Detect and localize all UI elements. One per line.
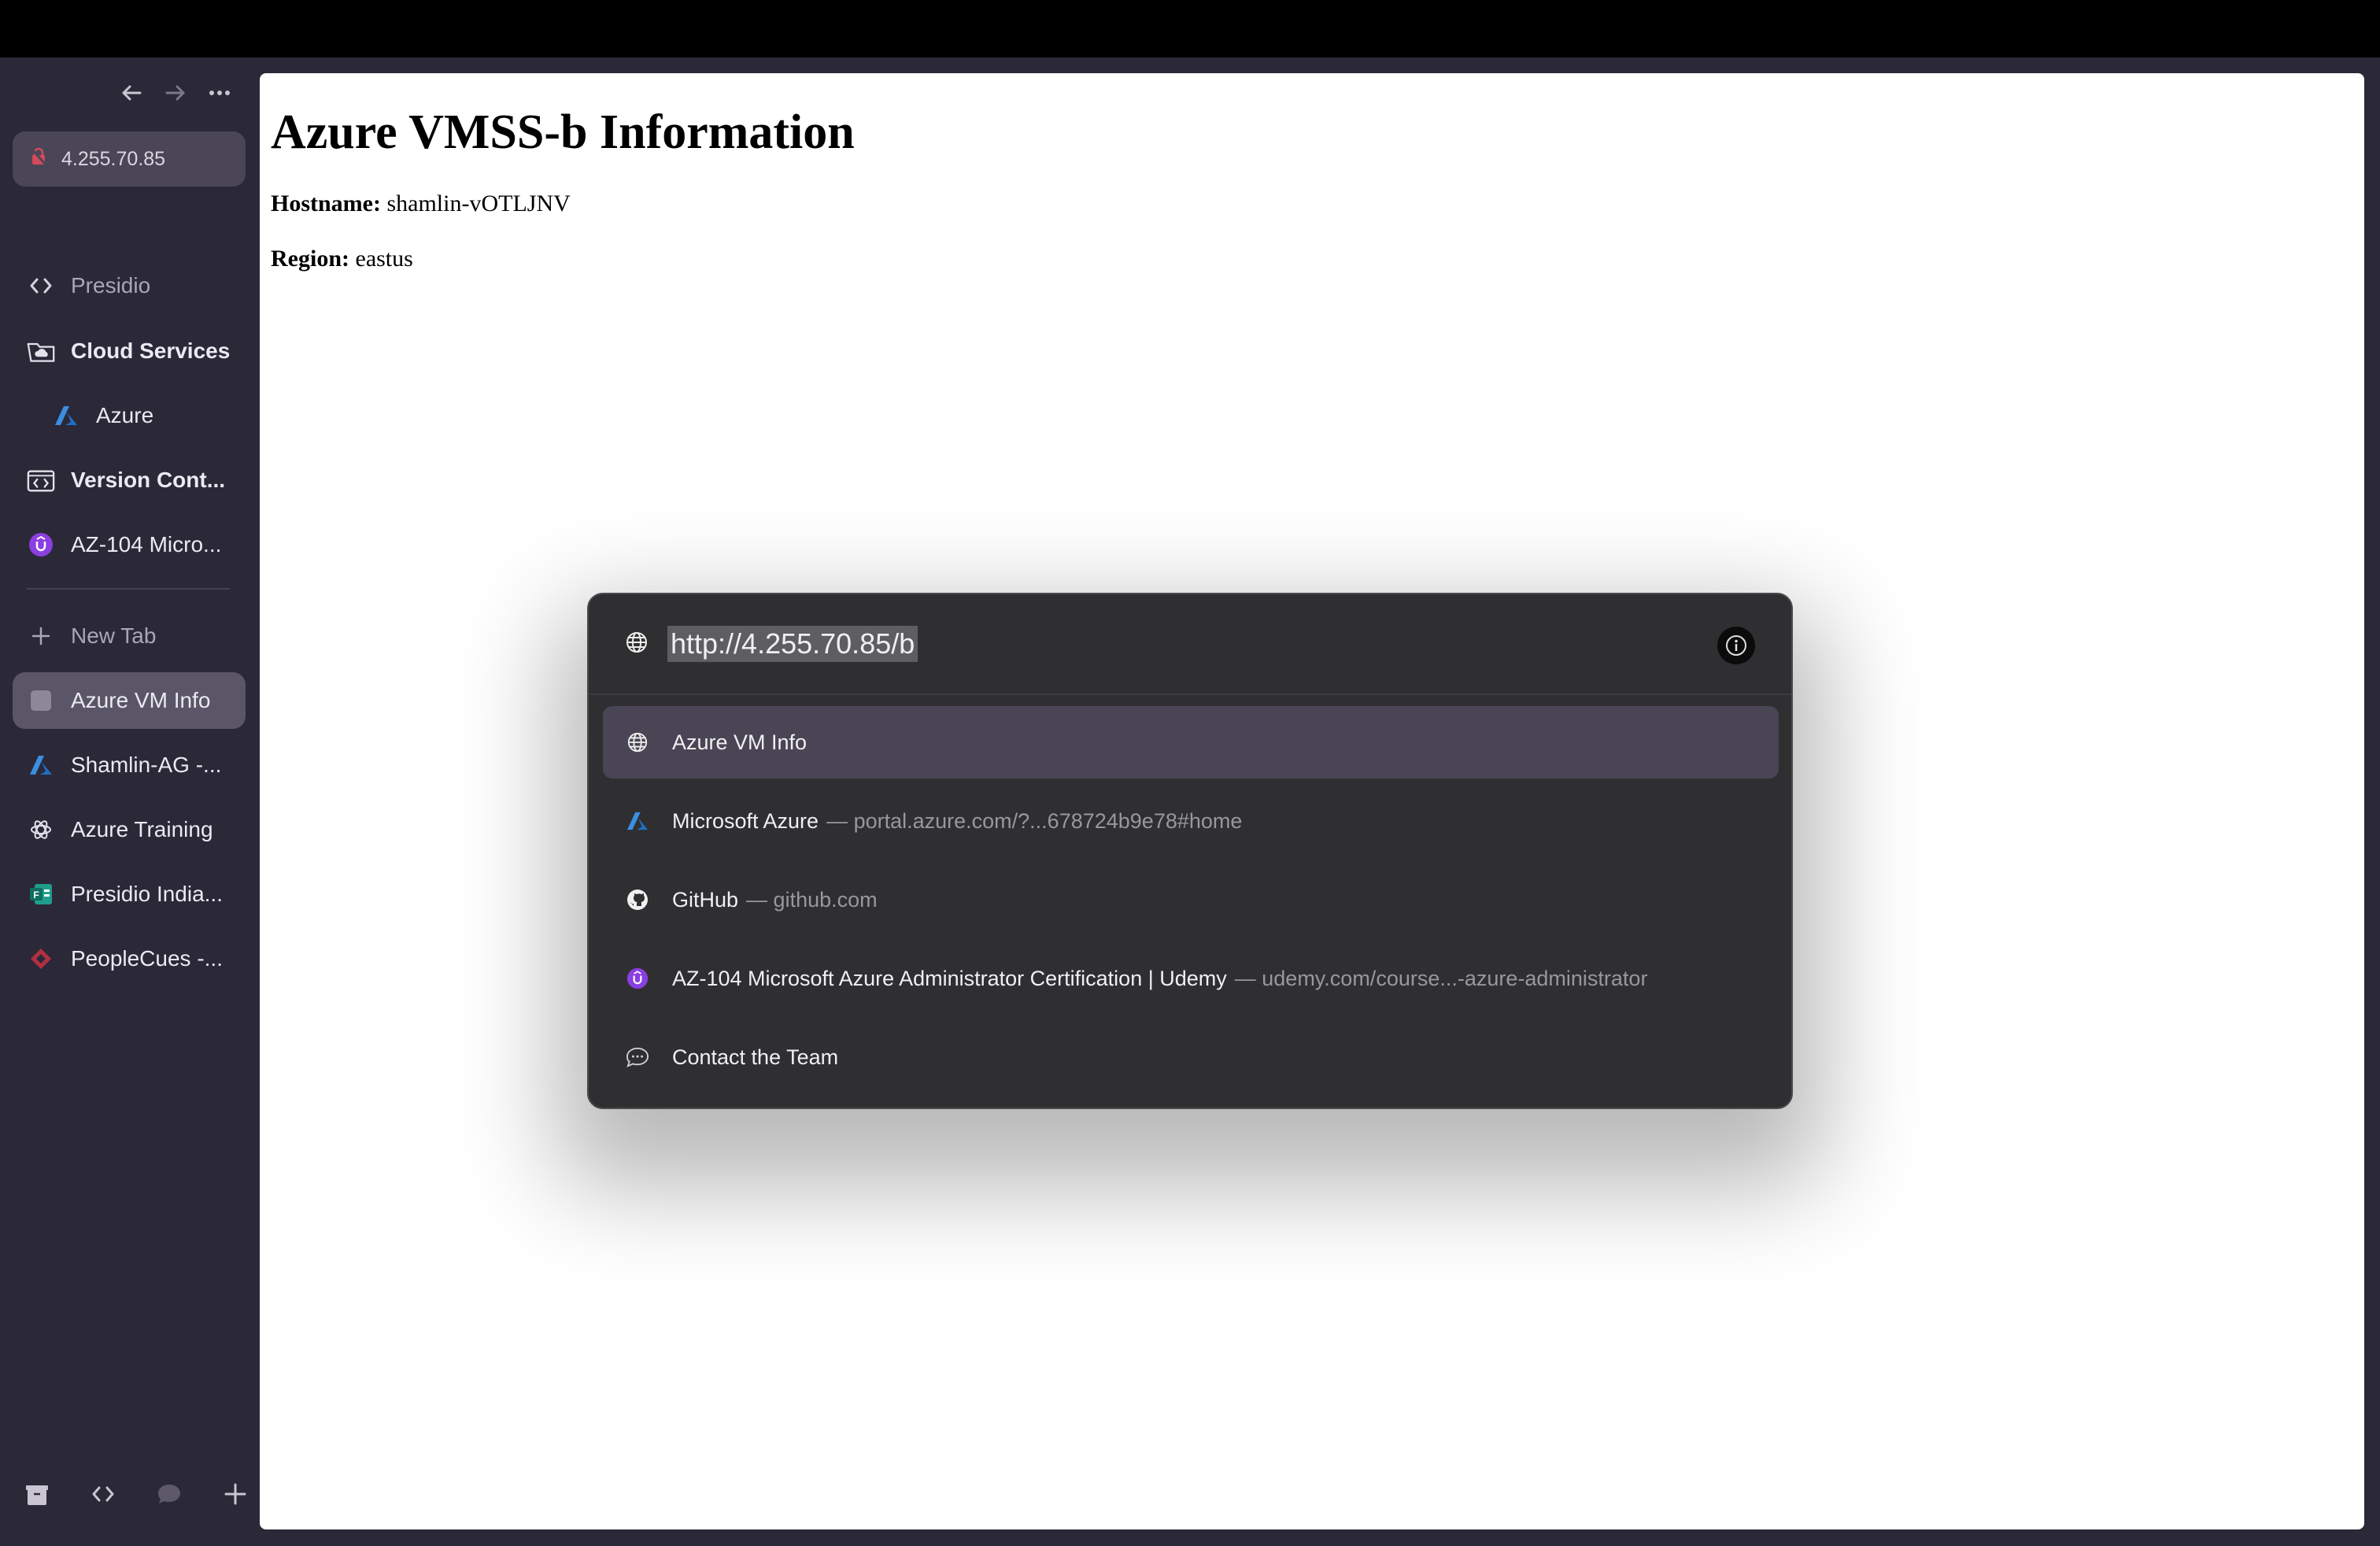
chat-bubble-icon[interactable] [154, 1479, 184, 1509]
palette-result-contact-team[interactable]: Contact the Team [603, 1021, 1779, 1093]
tab-label: Azure VM Info [71, 688, 211, 712]
url-bar[interactable]: 4.255.70.85 [13, 131, 246, 187]
globe-icon [625, 631, 649, 658]
tab-azure-training[interactable]: Azure Training [13, 801, 246, 858]
sidebar-item-azure[interactable]: Azure [13, 387, 246, 444]
command-palette: http://4.255.70.85/b Azure VM Info Micro… [587, 593, 1793, 1109]
sidebar: 4.255.70.85 Presidio Cloud Services Azur… [0, 57, 258, 1546]
result-title: Microsoft Azure [672, 808, 819, 833]
forms-logo-icon: F [27, 880, 55, 908]
archive-icon[interactable] [22, 1479, 52, 1509]
tab-shamlin-ag[interactable]: Shamlin-AG -... [13, 737, 246, 793]
page-icon [27, 686, 55, 715]
openai-logo-icon [27, 816, 55, 844]
tab-label: Shamlin-AG -... [71, 753, 222, 777]
hostname-value: shamlin-vOTLJNV [386, 190, 571, 216]
tab-label: Presidio India... [71, 882, 223, 906]
sidebar-item-label: Azure [96, 403, 154, 427]
more-options-icon[interactable] [206, 80, 233, 106]
palette-result-azure-vm-info[interactable]: Azure VM Info [603, 706, 1779, 779]
azure-logo-icon [27, 751, 55, 779]
folder-code-icon [27, 466, 55, 494]
tab-peoplecues[interactable]: PeopleCues -... [13, 930, 246, 987]
info-icon[interactable] [1717, 627, 1755, 664]
code-brackets-icon [27, 272, 55, 300]
command-input-text[interactable]: http://4.255.70.85/b [667, 626, 918, 662]
palette-result-github[interactable]: GitHub — github.com [603, 864, 1779, 936]
plus-icon [27, 622, 55, 650]
hostname-label: Hostname: [271, 190, 381, 216]
command-input[interactable]: http://4.255.70.85/b [589, 594, 1791, 695]
palette-result-az104-udemy[interactable]: AZ-104 Microsoft Azure Administrator Cer… [603, 942, 1779, 1015]
sidebar-item-label: Cloud Services [71, 338, 231, 363]
svg-text:F: F [33, 890, 39, 901]
result-url: — github.com [746, 887, 878, 912]
result-title: GitHub [672, 887, 739, 912]
nav-controls [118, 80, 233, 106]
azure-logo-icon [625, 808, 650, 834]
sidebar-folder-cloud-services[interactable]: Cloud Services [13, 323, 246, 379]
tab-azure-vm-info[interactable]: Azure VM Info [13, 672, 246, 729]
region-row: Region: eastus [271, 246, 2353, 272]
result-url: — udemy.com/course...-azure-administrato… [1234, 966, 1648, 990]
github-logo-icon [625, 887, 650, 912]
result-title: AZ-104 Microsoft Azure Administrator Cer… [672, 966, 1227, 990]
new-tab-label: New Tab [71, 623, 157, 648]
udemy-logo-icon [27, 531, 55, 559]
add-icon[interactable] [220, 1479, 250, 1509]
tab-label: Azure Training [71, 817, 213, 841]
region-value: eastus [355, 246, 413, 272]
menu-bar [0, 0, 2380, 57]
tab-label: PeopleCues -... [71, 946, 223, 971]
sidebar-item-label: AZ-104 Micro... [71, 532, 222, 557]
udemy-logo-icon [625, 966, 650, 991]
page-title: Azure VMSS-b Information [271, 105, 855, 159]
result-title: Contact the Team [672, 1045, 839, 1069]
url-bar-text: 4.255.70.85 [61, 147, 166, 170]
tab-presidio-india[interactable]: F Presidio India... [13, 866, 246, 923]
back-arrow-icon[interactable] [118, 80, 145, 106]
sidebar-item-label: Presidio [71, 273, 151, 298]
sidebar-folder-version-control[interactable]: Version Cont... [13, 452, 246, 509]
browser-window: 4.255.70.85 Presidio Cloud Services Azur… [0, 57, 2380, 1546]
not-secure-icon [30, 147, 47, 172]
region-label: Region: [271, 246, 349, 272]
code-brackets-icon[interactable] [88, 1479, 118, 1509]
chat-bubble-icon [625, 1045, 650, 1070]
sidebar-divider [27, 588, 230, 590]
sidebar-item-label: Version Cont... [71, 468, 226, 492]
palette-result-microsoft-azure[interactable]: Microsoft Azure — portal.azure.com/?...6… [603, 785, 1779, 857]
sidebar-footer [22, 1479, 250, 1509]
result-url: — portal.azure.com/?...678724b9e78#home [826, 808, 1243, 833]
globe-icon [625, 730, 650, 755]
azure-logo-icon [52, 401, 80, 430]
result-title: Azure VM Info [672, 730, 808, 754]
sidebar-item-az104[interactable]: AZ-104 Micro... [13, 516, 246, 573]
peoplecues-logo-icon [27, 945, 55, 973]
forward-arrow-icon[interactable] [162, 80, 189, 106]
sidebar-item-presidio[interactable]: Presidio [13, 257, 246, 314]
new-tab-button[interactable]: New Tab [13, 608, 246, 664]
hostname-row: Hostname: shamlin-vOTLJNV [271, 190, 2353, 217]
folder-cloud-icon [27, 337, 55, 365]
